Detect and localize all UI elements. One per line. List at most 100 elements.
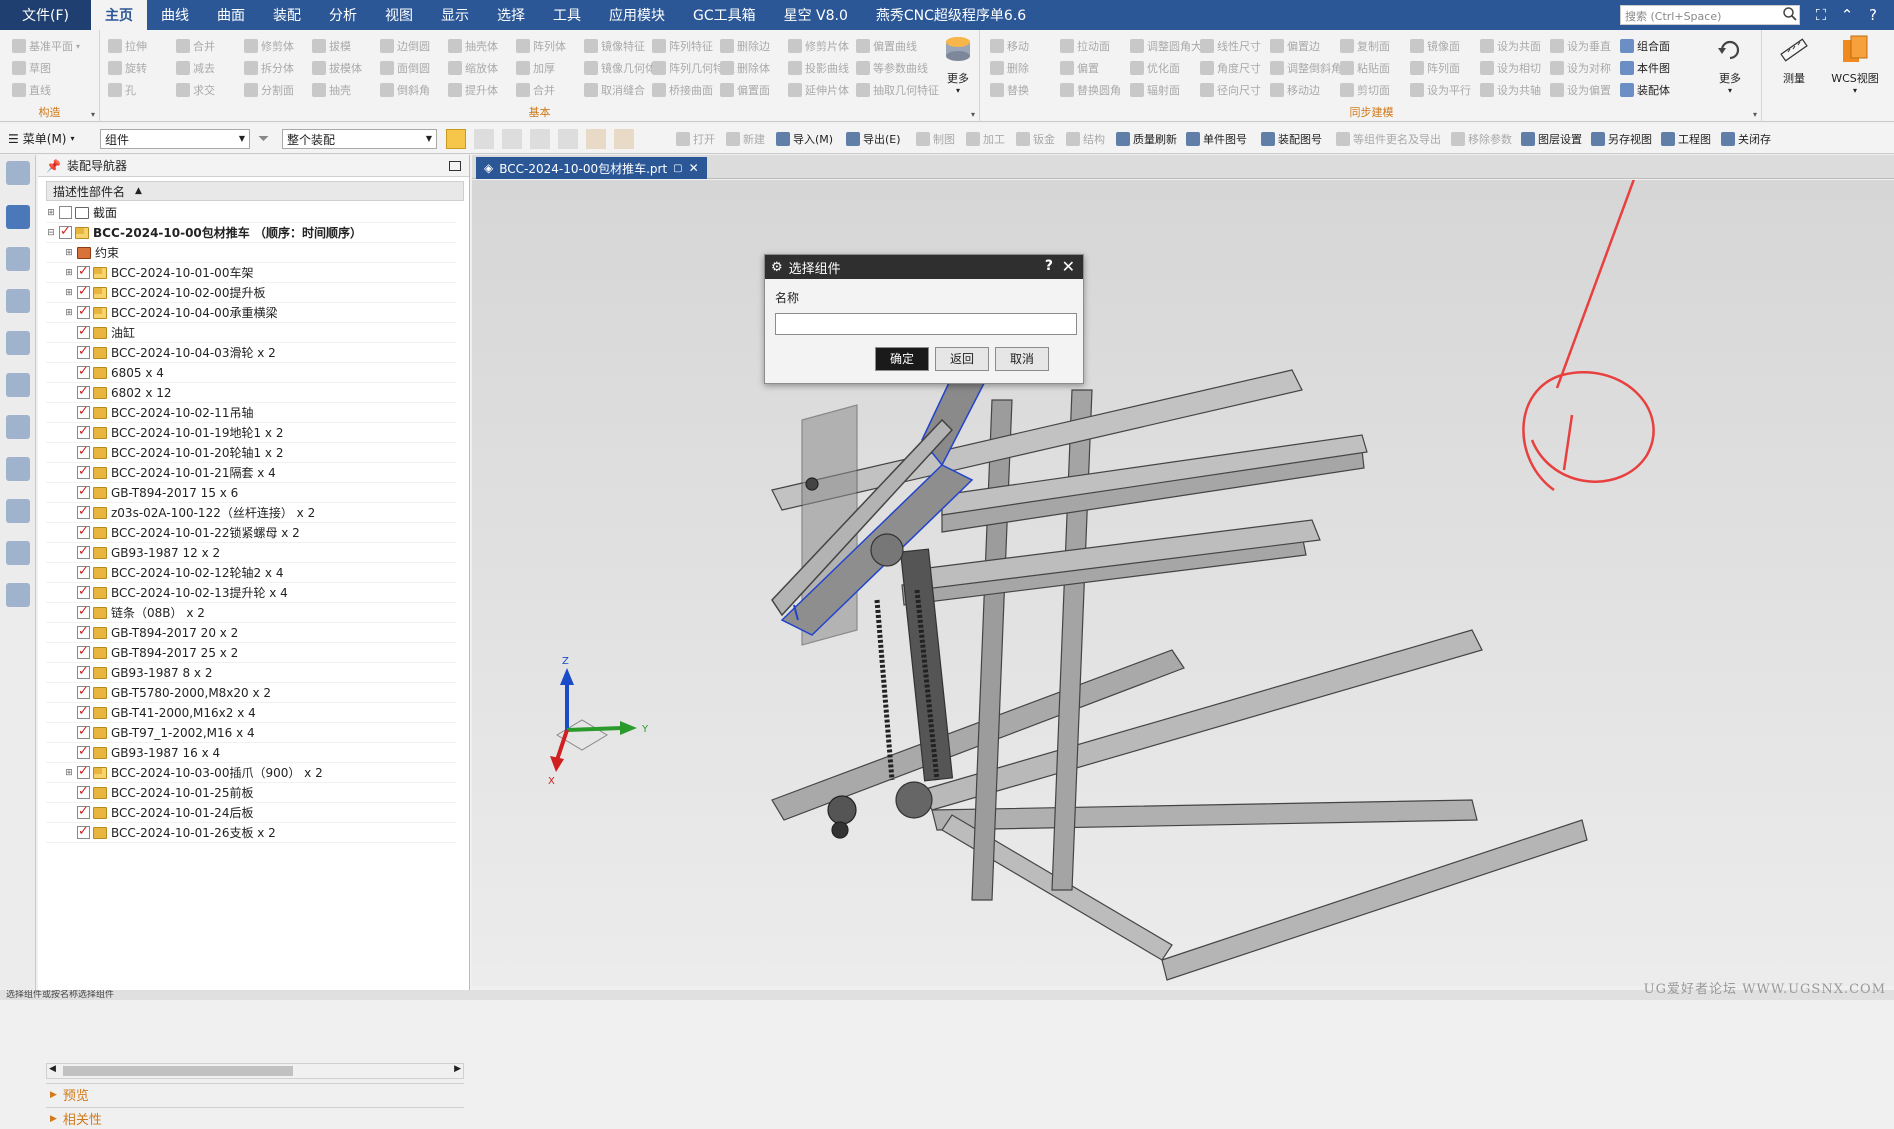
tree-row[interactable]: GB-T5780-2000,M8x20 x 2	[46, 683, 456, 703]
toolbar-command[interactable]: 单件图号	[1186, 131, 1247, 147]
tree-row[interactable]: BCC-2024-10-01-25前板	[46, 783, 456, 803]
expand-toggle-icon[interactable]: ⊞	[46, 208, 56, 218]
fullscreen-icon[interactable]: ⛶	[1810, 4, 1832, 26]
ribbon-basic-item[interactable]: 拔模	[312, 36, 351, 56]
ribbon-sync-item[interactable]: 装配体	[1620, 80, 1670, 100]
toolbar-command[interactable]: 关闭存	[1721, 131, 1771, 147]
ribbon-sync-item[interactable]: 替换	[990, 80, 1029, 100]
ribbon-sync-item[interactable]: 删除	[990, 58, 1029, 78]
help-icon[interactable]: ?	[1862, 4, 1884, 26]
ribbon-basic-item[interactable]: 等参数曲线	[856, 58, 928, 78]
menu-tab-xingkong[interactable]: 星空 V8.0	[770, 0, 862, 30]
visibility-checkbox[interactable]	[77, 324, 90, 339]
scrollbar-thumb[interactable]	[63, 1066, 293, 1076]
ribbon-basic-item[interactable]: 镜像特征	[584, 36, 645, 56]
tree-row[interactable]: BCC-2024-10-04-03滑轮 x 2	[46, 343, 456, 363]
tree-row[interactable]: ⊞ BCC-2024-10-04-00承重横梁	[46, 303, 456, 323]
visibility-checkbox[interactable]	[77, 404, 90, 419]
tree-row[interactable]: ⊞ 截面	[46, 203, 456, 223]
visibility-checkbox[interactable]	[77, 604, 90, 619]
ribbon-sync-item[interactable]: 设为垂直	[1550, 36, 1611, 56]
tree-row[interactable]: BCC-2024-10-01-24后板	[46, 803, 456, 823]
close-tab-icon[interactable]: ✕	[689, 161, 699, 175]
tree-row[interactable]: BCC-2024-10-01-20轮轴1 x 2	[46, 443, 456, 463]
menu-tab-yanxiu-cnc[interactable]: 燕秀CNC超级程序单6.6	[862, 0, 1040, 30]
ribbon-sync-item[interactable]: 设为偏置	[1550, 80, 1611, 100]
ribbon-basic-item[interactable]: 延伸片体	[788, 80, 849, 100]
ribbon-basic-item[interactable]: 拔模体	[312, 58, 362, 78]
ribbon-basic-item[interactable]: 偏置曲线	[856, 36, 917, 56]
ribbon-basic-item[interactable]: 拆分体	[244, 58, 294, 78]
ribbon-sync-item[interactable]: 复制面	[1340, 36, 1390, 56]
ribbon-basic-item[interactable]: 修剪体	[244, 36, 294, 56]
visibility-checkbox[interactable]	[77, 744, 90, 759]
select-faces-icon[interactable]	[502, 129, 522, 149]
ribbon-basic-item[interactable]: 倒斜角	[380, 80, 430, 100]
menu-tab-assembly[interactable]: 装配	[259, 0, 315, 30]
menu-tab-applications[interactable]: 应用模块	[595, 0, 679, 30]
expand-toggle-icon[interactable]: ⊟	[46, 228, 56, 238]
document-tab[interactable]: ◈ BCC-2024-10-00包材推车.prt ▢ ✕	[476, 157, 707, 179]
ribbon-basic-item[interactable]: 删除体	[720, 58, 770, 78]
command-search-input[interactable]: 搜索 (Ctrl+Space)	[1620, 5, 1800, 25]
ribbon-basic-item[interactable]: 分割面	[244, 80, 294, 100]
tree-row[interactable]: ⊞ BCC-2024-10-03-00插爪（900） x 2	[46, 763, 456, 783]
ok-button[interactable]: 确定	[875, 347, 929, 371]
tree-row[interactable]: BCC-2024-10-01-19地轮1 x 2	[46, 423, 456, 443]
toolbar-command[interactable]: 加工	[966, 131, 1005, 147]
ribbon-sync-item[interactable]: 调整倒斜角	[1270, 58, 1342, 78]
toolbar-command[interactable]: 装配图号	[1261, 131, 1322, 147]
visibility-checkbox[interactable]	[77, 624, 90, 639]
ribbon-basic-item[interactable]: 旋转	[108, 58, 147, 78]
ribbon-basic-item[interactable]: 投影曲线	[788, 58, 849, 78]
visibility-checkbox[interactable]	[59, 206, 72, 219]
ribbon-sync-item[interactable]: 阵列面	[1410, 58, 1460, 78]
ribbon-sync-more-button[interactable]: 更多 ▾	[1702, 34, 1758, 104]
visibility-checkbox[interactable]	[77, 484, 90, 499]
visibility-checkbox[interactable]	[77, 504, 90, 519]
visibility-checkbox[interactable]	[77, 444, 90, 459]
ribbon-sync-item[interactable]: 径向尺寸	[1200, 80, 1261, 100]
toolbar-command[interactable]: 质量刷新	[1116, 131, 1177, 147]
tree-row[interactable]: GB93-1987 8 x 2	[46, 663, 456, 683]
visibility-checkbox[interactable]	[77, 584, 90, 599]
ribbon-basic-item[interactable]: 拉伸	[108, 36, 147, 56]
maximize-panel-icon[interactable]	[449, 160, 461, 171]
toolbar-command[interactable]: 工程图	[1661, 131, 1711, 147]
tree-row[interactable]: BCC-2024-10-02-11吊轴	[46, 403, 456, 423]
visibility-checkbox[interactable]	[77, 664, 90, 679]
menu-tab-home[interactable]: 主页	[90, 0, 147, 30]
visibility-checkbox[interactable]	[77, 824, 90, 839]
tree-row[interactable]: BCC-2024-10-02-12轮轴2 x 4	[46, 563, 456, 583]
ribbon-basic-item[interactable]: 阵列体	[516, 36, 566, 56]
toolbar-command[interactable]: 移除参数	[1451, 131, 1512, 147]
info-icon[interactable]	[6, 457, 30, 481]
ribbon-sync-item[interactable]: 粘贴面	[1340, 58, 1390, 78]
tree-row[interactable]: BCC-2024-10-01-21隔套 x 4	[46, 463, 456, 483]
select-component-icon[interactable]	[446, 129, 466, 149]
ribbon-sync-item[interactable]: 线性尺寸	[1200, 36, 1261, 56]
ribbon-basic-item[interactable]: 抽壳	[312, 80, 351, 100]
ribbon-basic-item[interactable]: 减去	[176, 58, 215, 78]
tree-row[interactable]: GB93-1987 12 x 2	[46, 543, 456, 563]
visibility-checkbox[interactable]	[77, 344, 90, 359]
toolbar-command[interactable]: 制图	[916, 131, 955, 147]
ribbon-basic-item[interactable]: 抽壳体	[448, 36, 498, 56]
toolbar-command[interactable]: 导入(M)	[776, 131, 833, 147]
menu-tab-gc-toolbox[interactable]: GC工具箱	[679, 0, 770, 30]
ribbon-basic-item[interactable]: 孔	[108, 80, 136, 100]
expand-toggle-icon[interactable]: ⊞	[64, 288, 74, 298]
name-input[interactable]	[775, 313, 1077, 335]
toolbar-command[interactable]: 打开	[676, 131, 715, 147]
view-box-icon[interactable]	[614, 129, 634, 149]
ribbon-basic-item[interactable]: 镜像几何体	[584, 58, 656, 78]
visibility-checkbox[interactable]	[77, 544, 90, 559]
wcs-view-button[interactable]: WCS视图 ▾	[1824, 34, 1886, 104]
ribbon-sketch[interactable]: 草图	[12, 58, 51, 78]
ribbon-sync-item[interactable]: 偏置边	[1270, 36, 1320, 56]
ribbon-basic-item[interactable]: 偏置面	[720, 80, 770, 100]
ribbon-sync-item[interactable]: 辐射面	[1130, 80, 1180, 100]
scroll-right-icon[interactable]: ▶	[454, 1064, 461, 1074]
ribbon-datum-plane[interactable]: 基准平面 ▾	[12, 36, 80, 56]
menu-tab-analysis[interactable]: 分析	[315, 0, 371, 30]
